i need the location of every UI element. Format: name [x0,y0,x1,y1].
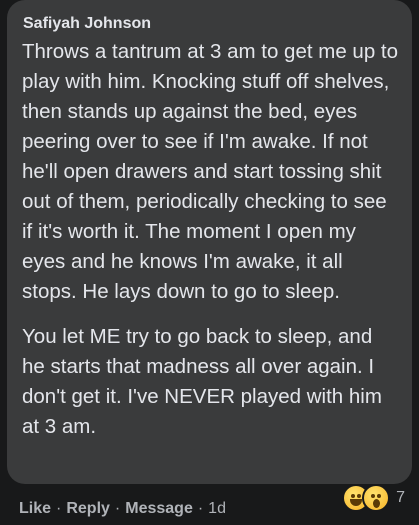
like-button[interactable]: Like [19,500,51,518]
wow-emoji-icon [362,484,391,512]
comment-paragraph: Throws a tantrum at 3 am to get me up to… [22,40,399,303]
comment-timestamp[interactable]: 1d [208,500,226,518]
message-button[interactable]: Message [125,500,193,518]
separator: · [197,500,204,517]
comment-bubble: Safiyah Johnson Throws a tantrum at 3 am… [7,0,412,484]
reply-button[interactable]: Reply [66,500,110,518]
separator: · [114,500,121,517]
reaction-count: 7 [396,489,405,506]
comment-author[interactable]: Safiyah Johnson [23,14,398,34]
separator: · [56,500,62,517]
comment-paragraph: You let ME try to go back to sleep, and … [22,325,382,438]
comment-actions: Like · Reply · Message · 1d [19,500,226,518]
reactions-summary[interactable]: 7 [342,484,405,512]
